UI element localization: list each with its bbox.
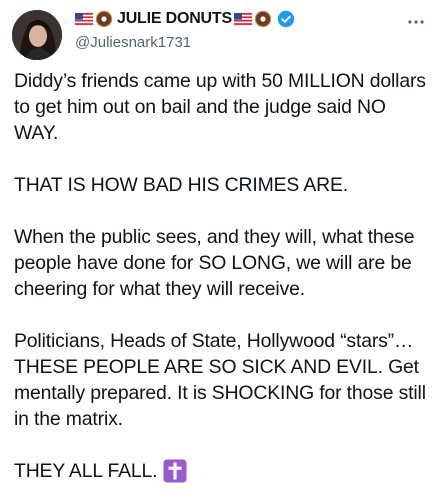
tweet-text: Diddy’s friends came up with 50 MILLION … [14, 68, 434, 484]
cross-icon [163, 459, 187, 483]
author-handle[interactable]: @Juliesnark1731 [75, 33, 375, 53]
verified-badge-icon [277, 10, 295, 28]
tweet-header: JULIE DONUTS @Juliesnark1731 [12, 8, 430, 60]
tweet-paragraph: Diddy’s friends came up with 50 MILLION … [14, 70, 426, 144]
author-info: JULIE DONUTS @Juliesnark1731 [74, 8, 375, 53]
more-dots-icon [408, 20, 424, 24]
tweet-final-line: THEY ALL FALL. [14, 458, 434, 484]
avatar[interactable] [12, 10, 62, 60]
donut-icon [254, 10, 272, 28]
more-options-button[interactable] [406, 12, 426, 32]
tweet-paragraph: THAT IS HOW BAD HIS CRIMES ARE. [14, 174, 349, 196]
author-name-row[interactable]: JULIE DONUTS [74, 8, 375, 30]
author-display-name[interactable]: JULIE DONUTS [117, 10, 232, 28]
us-flag-icon [233, 10, 253, 28]
us-flag-icon [74, 10, 94, 28]
tweet-paragraph: Politicians, Heads of State, Hollywood “… [14, 330, 426, 430]
tweet: JULIE DONUTS @Juliesnark1731 Diddy’s fri… [0, 0, 442, 500]
tweet-paragraph: When the public sees, and they will, wha… [14, 226, 415, 300]
donut-icon [95, 10, 113, 28]
tweet-final-text: THEY ALL FALL. [14, 460, 158, 482]
